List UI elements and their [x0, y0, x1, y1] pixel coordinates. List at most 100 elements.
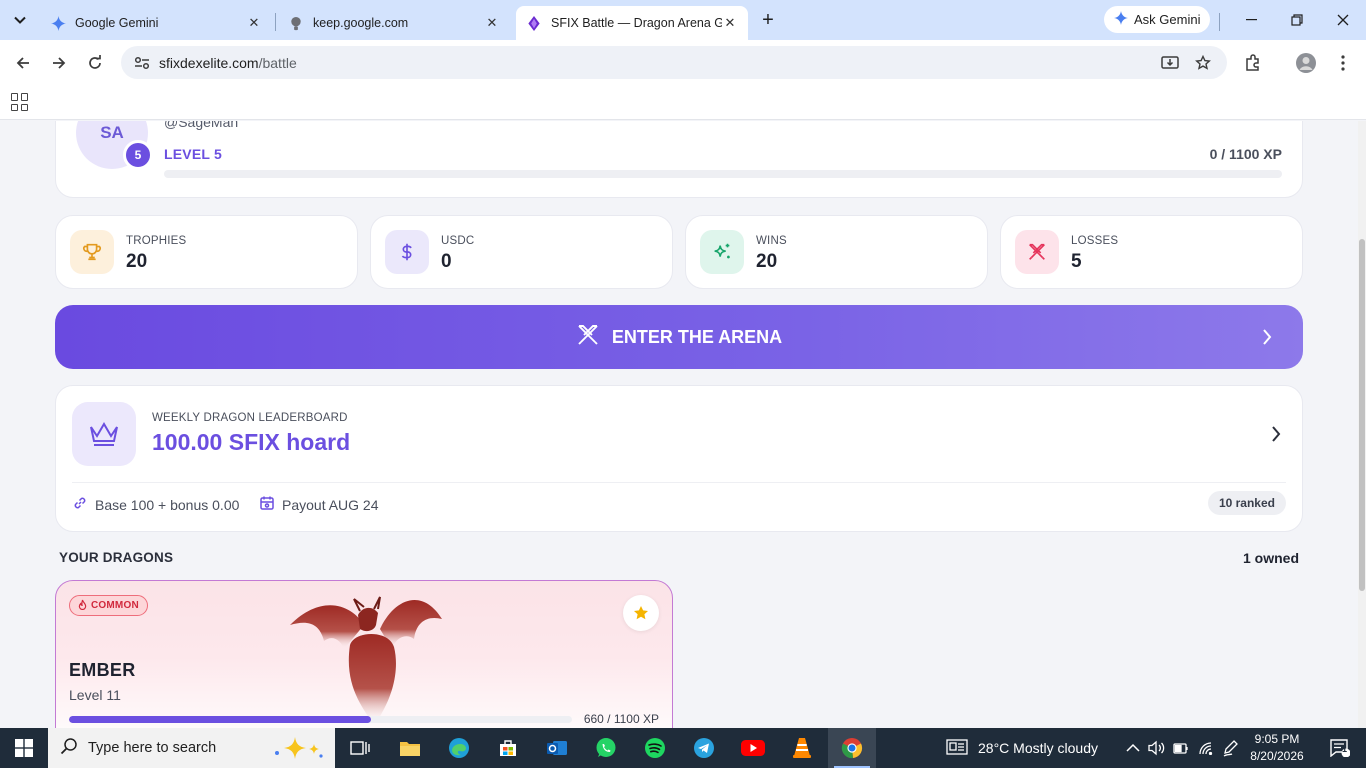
favorite-star-button[interactable] — [623, 595, 659, 631]
leaderboard-amount: 100.00 SFIX hoard — [152, 429, 351, 455]
install-app-icon[interactable] — [1156, 46, 1184, 79]
xp-readout: 0 / 1100 XP — [1209, 146, 1282, 162]
tab-title: Google Gemini — [75, 16, 159, 30]
leaderboard-kicker: WEEKLY DRAGON LEADERBOARD — [152, 412, 348, 424]
site-info-icon[interactable] — [131, 52, 153, 74]
telegram-icon[interactable] — [680, 728, 728, 768]
restore-icon[interactable] — [1274, 0, 1320, 40]
spotify-icon[interactable] — [631, 728, 679, 768]
new-tab-icon[interactable]: + — [756, 8, 780, 32]
enter-arena-button[interactable]: ENTER THE ARENA — [55, 305, 1303, 369]
profile-avatar[interactable] — [1291, 48, 1321, 78]
taskbar-clock[interactable]: 9:05 PM 8/20/2026 — [1244, 731, 1310, 765]
apps-grid-icon[interactable] — [11, 93, 29, 111]
browser-tab-strip: Google Gemini ✕ keep.google.com ✕ SFIX B… — [0, 0, 1366, 40]
battery-icon[interactable] — [1173, 728, 1189, 768]
extensions-icon[interactable] — [1238, 48, 1268, 78]
bookmark-star-icon[interactable] — [1189, 46, 1217, 79]
leaderboard-payout: Payout AUG 24 — [259, 495, 379, 514]
tab-divider — [275, 13, 276, 31]
vlc-icon[interactable] — [778, 728, 826, 768]
volume-icon[interactable] — [1148, 728, 1166, 768]
close-tab-icon[interactable]: ✕ — [484, 15, 500, 31]
calendar-icon — [259, 495, 275, 514]
outlook-icon[interactable] — [533, 728, 581, 768]
ask-gemini-button[interactable]: Ask Gemini — [1104, 6, 1211, 33]
close-tab-icon[interactable]: ✕ — [246, 15, 262, 31]
bookmarks-bar — [0, 85, 1366, 120]
reload-icon[interactable] — [80, 48, 110, 78]
trophy-icon — [70, 230, 114, 274]
scrollbar-thumb[interactable] — [1359, 239, 1365, 591]
tab-sfix-battle[interactable]: SFIX Battle — Dragon Arena Game ✕ — [516, 6, 748, 40]
tab-title: SFIX Battle — Dragon Arena Game — [551, 16, 722, 30]
file-explorer-icon[interactable] — [386, 728, 434, 768]
forward-icon[interactable] — [44, 48, 74, 78]
page-scrollbar[interactable] — [1358, 121, 1366, 728]
task-view-icon[interactable] — [336, 728, 384, 768]
leaderboard-card[interactable]: WEEKLY DRAGON LEADERBOARD 100.00 SFIX ho… — [55, 385, 1303, 532]
stat-label: USDC — [441, 235, 475, 247]
chevron-right-icon[interactable] — [1270, 424, 1282, 449]
star-icon — [634, 606, 648, 620]
windows-taskbar: Type here to search 28°C Mostly cloudy 9… — [0, 728, 1366, 768]
dragon-card[interactable]: COMMON EMBER Level 11 660 / 1100 XP — [55, 580, 673, 728]
weather-widget[interactable]: 28°C Mostly cloudy — [946, 728, 1098, 768]
close-window-icon[interactable] — [1320, 0, 1366, 40]
dragons-owned-count: 1 owned — [1242, 550, 1299, 566]
edge-icon[interactable] — [435, 728, 483, 768]
notification-center-icon[interactable]: 1 — [1320, 728, 1360, 768]
stat-losses: LOSSES 5 — [1000, 215, 1303, 289]
notification-count: 1 — [1342, 744, 1348, 754]
level-badge: 5 — [123, 140, 153, 170]
tab-google-gemini[interactable]: Google Gemini ✕ — [40, 6, 272, 40]
dollar-icon — [385, 230, 429, 274]
taskbar-search-input[interactable]: Type here to search — [48, 728, 335, 768]
dragon-xp-readout: 660 / 1100 XP — [583, 712, 659, 726]
dragon-level: Level 11 — [69, 687, 121, 703]
tab-google-keep[interactable]: keep.google.com ✕ — [278, 6, 510, 40]
stat-wins: WINS 20 — [685, 215, 988, 289]
minimize-icon[interactable] — [1228, 0, 1274, 40]
address-bar[interactable]: sfixdexelite.com/battle — [121, 46, 1227, 79]
youtube-icon[interactable] — [729, 728, 777, 768]
url-path: /battle — [258, 54, 297, 71]
microsoft-store-icon[interactable] — [484, 728, 532, 768]
rarity-badge: COMMON — [69, 595, 148, 616]
flame-icon — [78, 599, 87, 613]
dragon-xp-fill — [69, 716, 371, 723]
gemini-icon — [1114, 11, 1128, 28]
swords-icon — [576, 323, 600, 352]
gemini-icon — [50, 15, 66, 31]
copilot-sparkle-icon — [269, 736, 325, 764]
dragons-section-title: YOUR DRAGONS — [59, 550, 174, 565]
close-tab-icon[interactable]: ✕ — [722, 15, 738, 31]
xp-progress-bar — [164, 170, 1282, 178]
back-icon[interactable] — [8, 48, 38, 78]
page-viewport: SA 5 @SageMan LEVEL 5 0 / 1100 XP TROPHI… — [0, 121, 1366, 728]
sparkle-icon — [700, 230, 744, 274]
clock-date: 8/20/2026 — [1250, 749, 1304, 763]
level-label: LEVEL 5 — [164, 146, 222, 162]
stat-label: WINS — [756, 235, 787, 247]
stat-value: 20 — [756, 251, 778, 272]
dragon-name: EMBER — [69, 660, 136, 680]
browser-menu-icon[interactable] — [1328, 48, 1358, 78]
stat-trophies: TROPHIES 20 — [55, 215, 358, 289]
tab-search-dropdown-icon[interactable] — [6, 8, 34, 32]
stat-usdc: USDC 0 — [370, 215, 673, 289]
ask-gemini-label: Ask Gemini — [1134, 12, 1201, 27]
windows-start-icon[interactable] — [0, 728, 48, 768]
profile-card: SA 5 @SageMan LEVEL 5 0 / 1100 XP — [55, 121, 1303, 198]
search-placeholder: Type here to search — [88, 740, 217, 756]
pen-icon[interactable] — [1223, 728, 1239, 768]
link-icon — [72, 495, 88, 514]
keep-icon — [288, 15, 304, 31]
crown-icon — [72, 402, 136, 466]
stat-value: 0 — [441, 251, 452, 272]
chrome-icon[interactable] — [828, 728, 876, 768]
wifi-icon[interactable] — [1198, 728, 1214, 768]
whatsapp-icon[interactable] — [582, 728, 630, 768]
dragon-xp-bar — [69, 716, 572, 723]
show-hidden-icons[interactable] — [1126, 728, 1140, 768]
